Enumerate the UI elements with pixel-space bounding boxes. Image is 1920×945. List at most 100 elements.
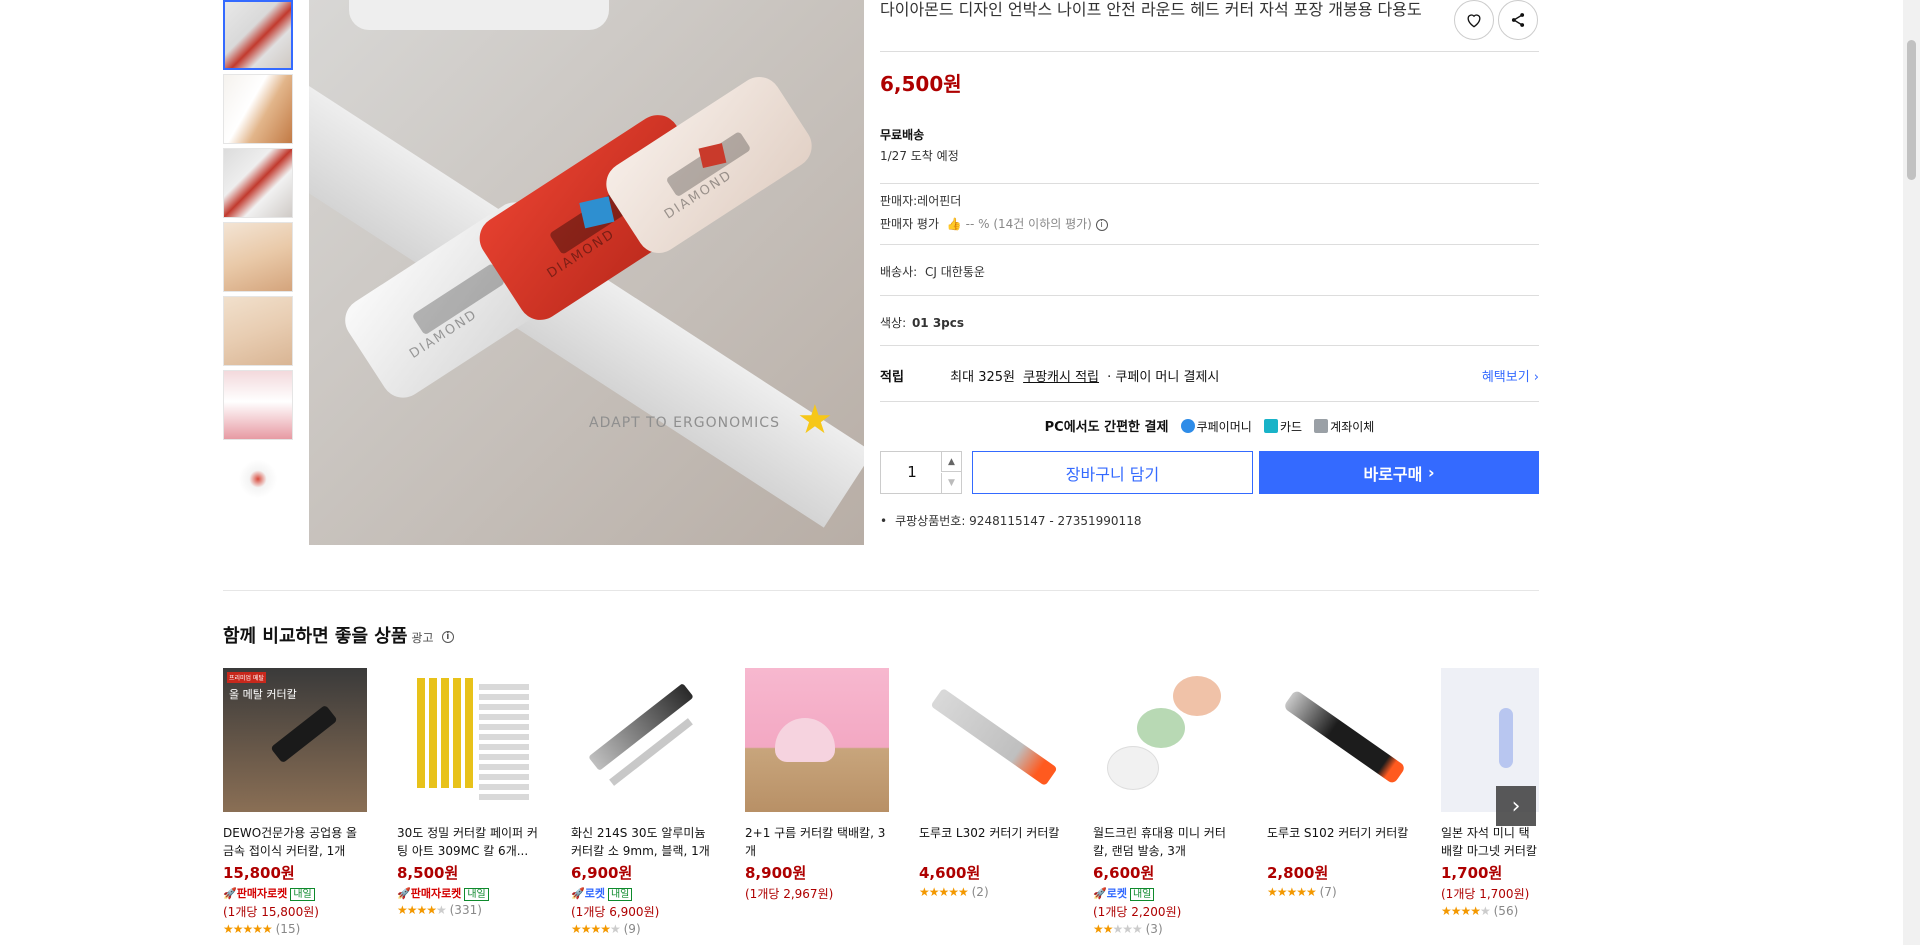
item-rating: ★★★★★ (56) [1441, 904, 1539, 918]
seller-name[interactable]: 레어핀더 [917, 194, 961, 208]
color-value: 01 3pcs [911, 316, 965, 330]
recommend-item[interactable]: 2+1 구름 커터칼 택배칼, 3개 8,900원 (1개당 2,967원) [745, 668, 889, 902]
stars-on: ★★★★★ [223, 922, 273, 936]
thumbnail-7[interactable] [223, 444, 293, 514]
chevron-right-icon: › [1533, 370, 1539, 385]
item-price: 1,700원 [1441, 864, 1503, 882]
review-count: (9) [623, 922, 641, 936]
recommend-item-image[interactable] [1093, 668, 1237, 812]
item-name[interactable]: 도루코 L302 커터기 커터칼 [919, 824, 1063, 860]
wishlist-button[interactable] [1454, 0, 1494, 40]
carousel-next-button[interactable]: › [1496, 786, 1536, 826]
recommend-title: 함께 비교하면 좋을 상품 [223, 626, 408, 647]
recommend-item-image[interactable]: 프리미엄 메탈 올 메탈 커터칼 [223, 668, 367, 812]
recommend-item-image[interactable] [571, 668, 715, 812]
recommend-item-image[interactable] [919, 668, 1063, 812]
title-row: 다이아몬드 디자인 언박스 나이프 안전 라운드 헤드 커터 자석 포장 개봉용… [880, 0, 1539, 52]
card-icon [1263, 419, 1278, 433]
thumbnail-2[interactable] [223, 74, 293, 144]
star-icon: ★★★★★ [223, 922, 273, 936]
recommend-item-image[interactable] [1267, 668, 1411, 812]
recommend-item[interactable]: 프리미엄 메탈 올 메탈 커터칼 DEWO건문가용 공업용 올금속 접이식 커터… [223, 668, 367, 936]
share-button[interactable] [1498, 0, 1538, 40]
review-count: (3) [1145, 922, 1163, 936]
star-icon: ★★★★★ [1441, 904, 1491, 918]
recommend-item[interactable]: 화신 214S 30도 알루미늄 커터칼 소 9mm, 블랙, 1개 6,900… [571, 668, 715, 936]
item-price: 15,800원 [223, 864, 295, 882]
shipping-label: 무료배송 [880, 128, 925, 142]
chevron-right-icon: › [1427, 463, 1435, 482]
item-unit-price: (1개당 2,200원) [1093, 905, 1182, 919]
quantity-input[interactable]: 1 [881, 452, 943, 493]
item-price: 6,900원 [571, 864, 633, 882]
badge-day: 내일 [607, 888, 633, 901]
quantity-down-button[interactable]: ▼ [941, 473, 961, 493]
star-icon: ★ [797, 397, 833, 443]
thumbnail-6[interactable] [223, 370, 293, 440]
item-rating: ★★★★★ (15) [223, 922, 367, 936]
page-scrollbar[interactable] [1903, 0, 1920, 945]
info-icon[interactable]: i [1095, 218, 1108, 231]
product-info: 다이아몬드 디자인 언박스 나이프 안전 라운드 헤드 커터 자석 포장 개봉용… [880, 0, 1539, 528]
star-icon: ★★★★★ [1267, 885, 1317, 899]
stars-on: ★★★★★ [1267, 885, 1317, 899]
ad-label: 광고 [411, 631, 434, 645]
recommend-item[interactable]: 월드크린 휴대용 미니 커터칼, 랜덤 발송, 3개 6,600원 🚀로켓 내일 … [1093, 668, 1237, 936]
item-name[interactable]: 월드크린 휴대용 미니 커터칼, 랜덤 발송, 3개 [1093, 824, 1237, 860]
payment-label: PC에서도 간편한 결제 [1044, 420, 1169, 435]
badge-label: 판매자로켓 [236, 887, 288, 900]
review-count: (56) [1493, 904, 1519, 918]
recommend-header: 함께 비교하면 좋을 상품 광고 i [223, 622, 454, 648]
recommend-item-image[interactable] [745, 668, 889, 812]
item-unit-price: (1개당 2,967원) [745, 887, 834, 901]
courier-row: 배송사: CJ 대한통운 [880, 263, 1539, 280]
recommend-item[interactable]: 30도 정밀 커터칼 페이퍼 커팅 아트 309MC 칼 6개... 8,500… [397, 668, 541, 917]
badge-day: 내일 [464, 888, 489, 901]
item-name[interactable]: 2+1 구름 커터칼 택배칼, 3개 [745, 824, 889, 860]
item-name[interactable]: 화신 214S 30도 알루미늄 커터칼 소 9mm, 블랙, 1개 [571, 824, 715, 860]
reward-prefix: 최대 325원 [950, 370, 1015, 385]
item-name[interactable]: DEWO건문가용 공업용 올금속 접이식 커터칼, 1개 [223, 824, 367, 860]
coupay-icon [1180, 419, 1195, 433]
recommend-item[interactable]: 도루코 S102 커터기 커터칼 2,800원 ★★★★★ (7) [1267, 668, 1411, 899]
thumbnail-5[interactable] [223, 296, 293, 366]
review-count: (2) [971, 885, 989, 899]
item-name[interactable]: 일본 자석 미니 택배칼 마그넷 커터칼 커터 [1441, 824, 1539, 860]
thumbnail-1[interactable] [223, 0, 293, 70]
payment-method-card: 카드 [1279, 420, 1303, 434]
reward-link[interactable]: 쿠팡캐시 적립 [1023, 370, 1099, 385]
product-price: 6,500원 [880, 72, 962, 96]
recommend-item-image[interactable] [397, 668, 541, 812]
thumbnail-4[interactable] [223, 222, 293, 292]
review-count: (331) [449, 903, 482, 917]
badge-label: 로켓 [584, 887, 605, 900]
rocket-badge: 🚀로켓 내일 [1093, 885, 1237, 901]
item-rating: ★★★★★ (3) [1093, 922, 1237, 936]
stars-off: ★ [610, 922, 621, 936]
rocket-badge: 🚀판매자로켓 내일 [223, 885, 367, 901]
benefit-link[interactable]: 혜택보기 › [1482, 366, 1539, 385]
color-row: 색상: 01 3pcs [880, 314, 1539, 331]
thumbnail-list [223, 0, 293, 518]
quantity-up-button[interactable]: ▲ [941, 452, 961, 472]
item-rating: ★★★★★ (2) [919, 885, 1063, 899]
buy-now-button[interactable]: 바로구매 › [1259, 451, 1539, 494]
item-rating: ★★★★★ (9) [571, 922, 715, 936]
stars-off: ★★★ [1112, 922, 1143, 936]
scrollbar-thumb[interactable] [1907, 40, 1916, 180]
thumbnail-3[interactable] [223, 148, 293, 218]
item-rating: ★★★★★ (7) [1267, 885, 1411, 899]
seller-label: 판매자: [880, 194, 918, 208]
rocket-badge: 🚀로켓 내일 [571, 885, 715, 901]
courier-section: 배송사: CJ 대한통운 [880, 245, 1539, 296]
info-icon[interactable]: i [441, 631, 454, 643]
stars-on: ★★★★ [1441, 904, 1481, 918]
recommend-item[interactable]: 도루코 L302 커터기 커터칼 4,600원 ★★★★★ (2) [919, 668, 1063, 899]
add-to-cart-button[interactable]: 장바구니 담기 [972, 451, 1253, 494]
badge-label: 판매자로켓 [410, 887, 462, 900]
star-icon: ★★★★★ [571, 922, 621, 936]
star-icon: ★★★★★ [1093, 922, 1143, 936]
seller-rating-row: 판매자 평가 👍 -- % (14건 이하의 평가) i [880, 215, 1539, 232]
item-name[interactable]: 도루코 S102 커터기 커터칼 [1267, 824, 1411, 860]
item-name[interactable]: 30도 정밀 커터칼 페이퍼 커팅 아트 309MC 칼 6개... [397, 824, 541, 860]
